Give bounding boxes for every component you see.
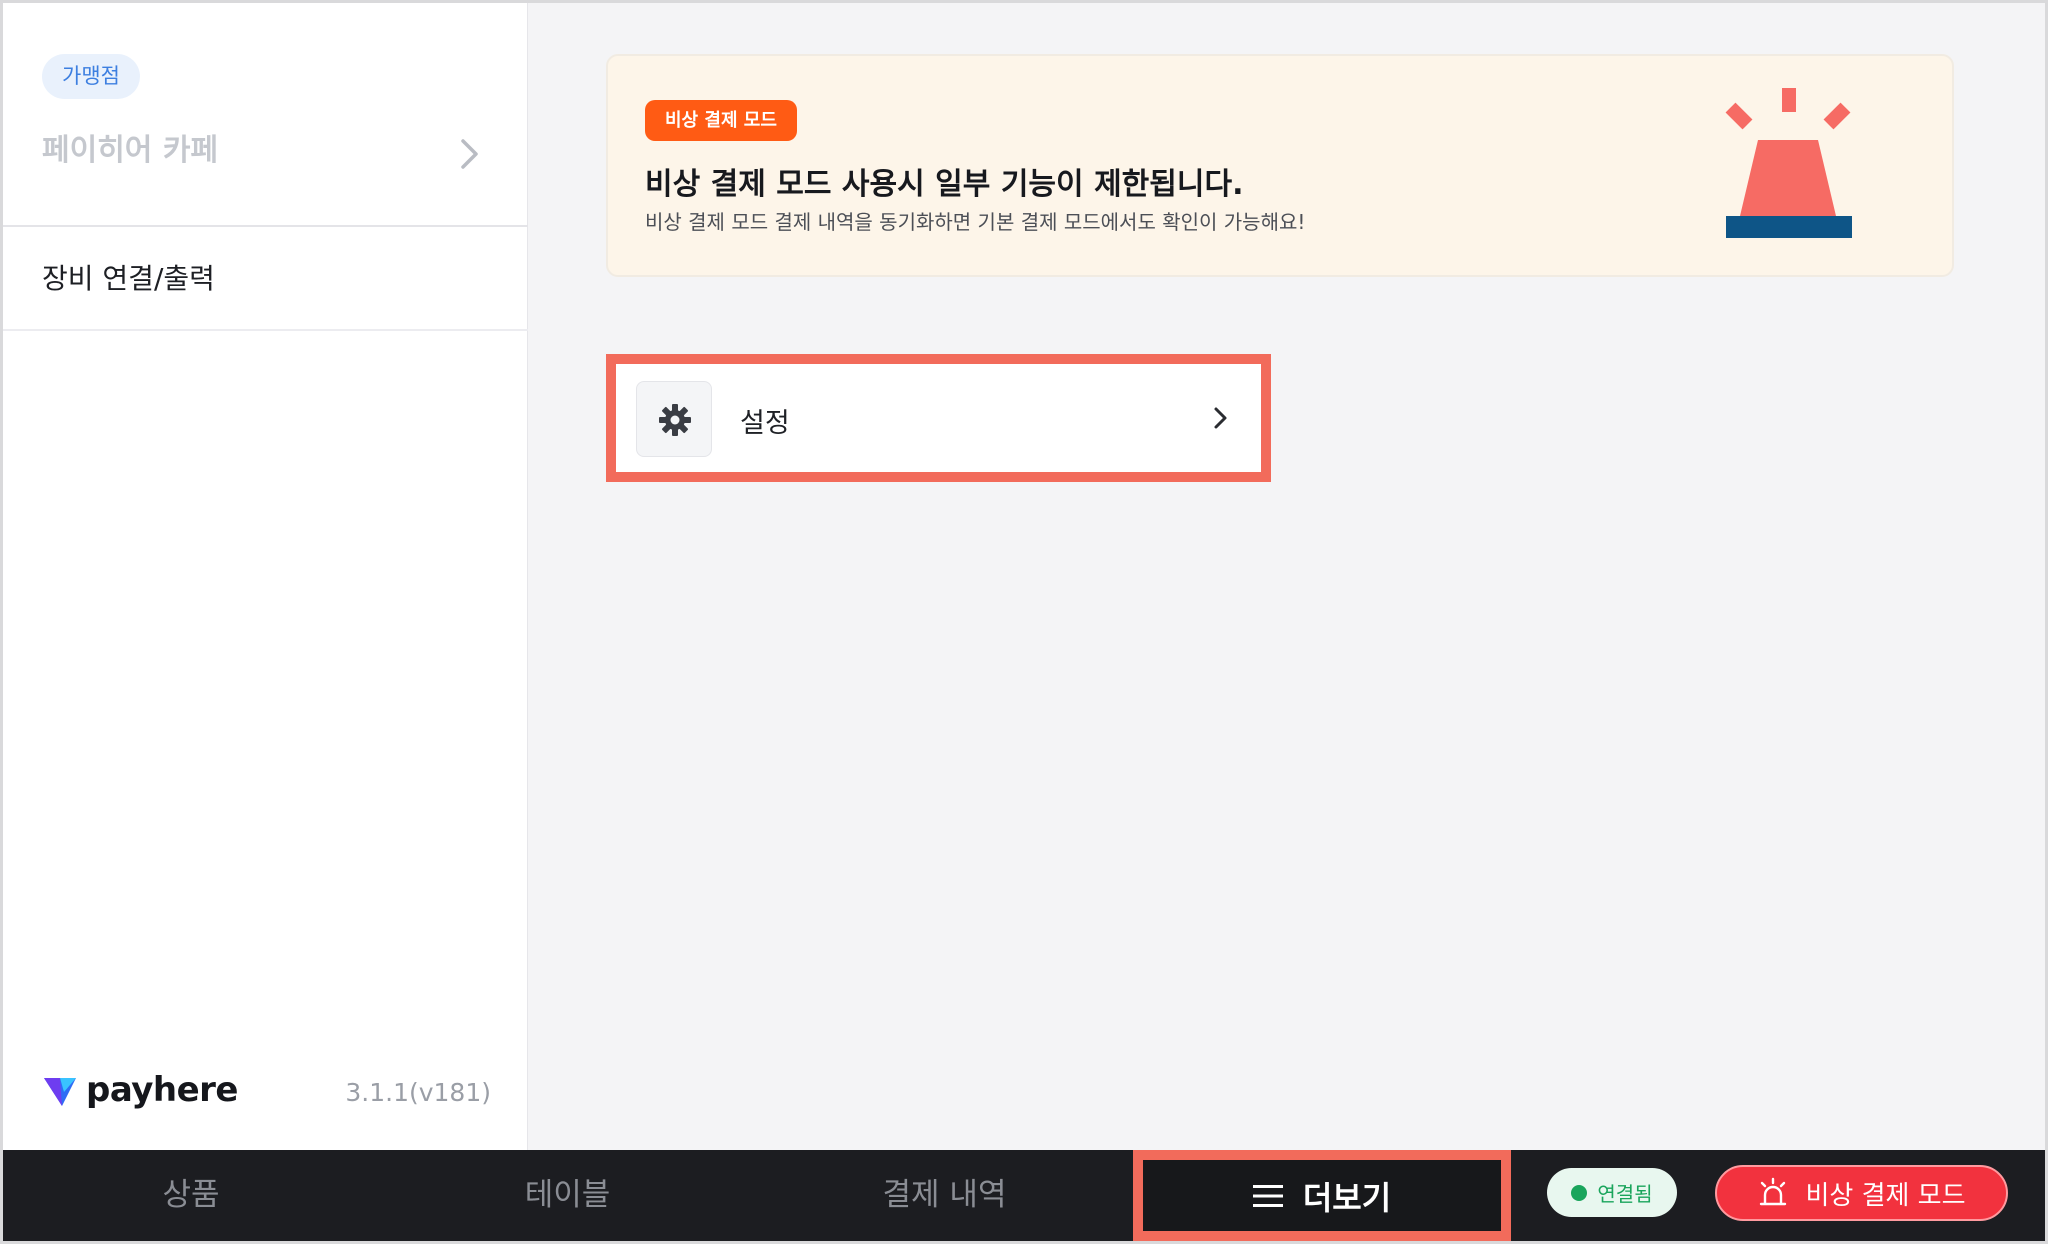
chevron-right-icon xyxy=(461,139,478,169)
settings-label: 설정 xyxy=(740,408,790,439)
sidebar-item-label: 장비 연결/출력 xyxy=(42,262,215,295)
tab-more[interactable]: 더보기 xyxy=(1133,1150,1511,1241)
sidebar-item-device-connection[interactable]: 장비 연결/출력 xyxy=(3,229,528,331)
settings-icon-box xyxy=(636,381,712,457)
store-name: 페이히어 카페 xyxy=(42,133,219,168)
payhere-logo: payhere xyxy=(42,1068,239,1112)
chevron-right-icon xyxy=(1214,407,1227,429)
menu-icon xyxy=(1252,1184,1283,1207)
app-window: 가맹점 페이히어 카페 장비 연결/출력 payhere 3.1.1(v181)… xyxy=(3,3,2045,1241)
tab-payment-history[interactable]: 결제 내역 xyxy=(756,1150,1133,1241)
brand-name: payhere xyxy=(86,1070,239,1110)
bottom-navigation: 상품 테이블 결제 내역 더보기 연결됨 비상 결제 모드 xyxy=(3,1150,2045,1241)
sidebar: 가맹점 페이히어 카페 장비 연결/출력 payhere 3.1.1(v181) xyxy=(3,3,528,1150)
connection-status-label: 연결됨 xyxy=(1597,1182,1653,1206)
banner-description: 비상 결제 모드 결제 내역을 동기화하면 기본 결제 모드에서도 확인이 가능… xyxy=(645,210,1306,234)
emergency-mode-badge: 비상 결제 모드 xyxy=(645,100,797,141)
gear-icon xyxy=(659,404,691,436)
banner-title: 비상 결제 모드 사용시 일부 기능이 제한됩니다. xyxy=(645,167,1244,202)
emergency-mode-button[interactable]: 비상 결제 모드 xyxy=(1715,1165,2008,1221)
siren-icon xyxy=(1725,88,1852,238)
settings-menu-item[interactable]: 설정 xyxy=(606,354,1271,482)
emergency-mode-label: 비상 결제 모드 xyxy=(1805,1180,1966,1211)
app-version: 3.1.1(v181) xyxy=(345,1078,491,1107)
tab-tables[interactable]: 테이블 xyxy=(379,1150,756,1241)
siren-icon xyxy=(1760,1177,1787,1206)
store-selector[interactable]: 가맹점 페이히어 카페 xyxy=(3,3,528,227)
store-badge: 가맹점 xyxy=(42,54,140,99)
payhere-logo-icon xyxy=(44,1078,76,1106)
connection-status-badge: 연결됨 xyxy=(1547,1168,1677,1217)
emergency-mode-banner: 비상 결제 모드 비상 결제 모드 사용시 일부 기능이 제한됩니다. 비상 결… xyxy=(606,54,1954,277)
tab-more-label: 더보기 xyxy=(1302,1178,1392,1217)
tab-products[interactable]: 상품 xyxy=(3,1150,379,1241)
status-dot-icon xyxy=(1571,1184,1588,1201)
